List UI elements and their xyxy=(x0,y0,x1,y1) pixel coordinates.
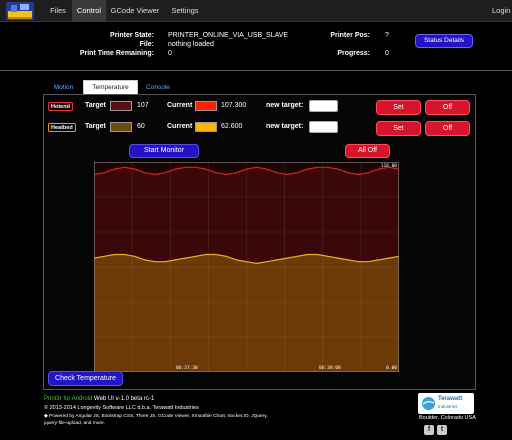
nav-tab-gcode-viewer[interactable]: GCode Viewer xyxy=(106,0,164,22)
print-time-label: Print Time Remaining: xyxy=(79,50,154,57)
heatbed-current-label: Current xyxy=(167,123,193,130)
print-time-value: 0 xyxy=(168,50,172,57)
heatbed-set-button[interactable]: Set xyxy=(376,121,421,136)
printer-state-label: Printer State: xyxy=(110,32,154,39)
heatbed-current-value: 62.600 xyxy=(221,123,243,130)
terawatt-sub: Industries xyxy=(438,404,458,409)
hotend-target-value: 107 xyxy=(137,102,149,109)
hotend-current-label: Current xyxy=(167,102,193,109)
y-tick-label: 118.00 xyxy=(381,163,398,169)
progress-label: Progress: xyxy=(337,50,370,57)
hotend-new-target-input[interactable] xyxy=(309,100,338,112)
divider xyxy=(0,70,512,71)
heatbed-target-label: Target xyxy=(85,123,106,130)
heatbed-target-value: 60 xyxy=(137,123,145,130)
y-tick-label: 0.00 xyxy=(386,365,397,371)
start-monitor-button[interactable]: Start Monitor xyxy=(129,144,199,158)
terawatt-logo[interactable]: Terawatt Industries xyxy=(418,393,474,414)
heatbed-off-button[interactable]: Off xyxy=(425,121,470,136)
check-temperature-button[interactable]: Check Temperature xyxy=(48,371,123,386)
printer-state-value: PRINTER_ONLINE_VIA_USB_SLAVE xyxy=(168,32,289,39)
footer-app-name[interactable]: Print3r for Android xyxy=(44,396,92,402)
printer-status: Printer State: PRINTER_ONLINE_VIA_USB_SL… xyxy=(0,30,512,64)
login-link[interactable]: Login xyxy=(492,0,512,22)
heatbed-new-target-input[interactable] xyxy=(309,121,338,133)
terawatt-name: Terawatt xyxy=(438,396,463,402)
progress-value: 0 xyxy=(385,50,389,57)
hotend-current-value: 107.300 xyxy=(221,102,247,109)
app-logo-icon[interactable] xyxy=(6,2,34,20)
heatbed-badge: Heatbed xyxy=(48,123,76,132)
x-tick-label: 06:37:30 xyxy=(176,365,198,371)
heatbed-current-swatch xyxy=(195,122,217,132)
footer-app-line: Print3r for Android Web UI v-1.0 beta rc… xyxy=(44,396,154,402)
tab-motion[interactable]: Motion xyxy=(47,80,80,95)
nav-tab-files[interactable]: Files xyxy=(44,0,72,22)
nav-tab-control[interactable]: Control xyxy=(72,0,106,22)
status-details-button[interactable]: Status Details xyxy=(415,34,473,48)
hotend-current-swatch xyxy=(195,101,217,111)
footer-copyright: © 2013-2014 Longevity Software LLC d.b.a… xyxy=(44,405,199,411)
terawatt-globe-icon xyxy=(422,397,435,410)
temperature-chart: 118.00 0.00 06:37:30 06:38:00 xyxy=(94,162,399,372)
file-label: File: xyxy=(139,41,154,48)
all-off-button[interactable]: All Off xyxy=(345,144,390,158)
x-tick-label: 06:38:00 xyxy=(319,365,341,371)
hotend-target-swatch xyxy=(110,101,132,111)
twitter-icon[interactable]: t xyxy=(437,425,447,435)
hotend-target-label: Target xyxy=(85,102,106,109)
nav-tab-settings[interactable]: Settings xyxy=(164,0,206,22)
top-navbar: Files Control GCode Viewer Settings Logi… xyxy=(0,0,512,22)
printer-pos-label: Printer Pos: xyxy=(330,32,370,39)
tab-console[interactable]: Console xyxy=(140,80,176,95)
printer-pos-value: ? xyxy=(385,32,389,39)
footer-powered-2: jquery-file-upload, and more. xyxy=(44,421,106,426)
footer-powered: ◆ Powered by Angular JS, Bootstrap CSS, … xyxy=(44,414,268,419)
hotend-new-target-label: new target: xyxy=(266,102,304,109)
tab-temperature[interactable]: Temperature xyxy=(83,80,138,95)
heatbed-target-swatch xyxy=(110,122,132,132)
hotend-off-button[interactable]: Off xyxy=(425,100,470,115)
heatbed-new-target-label: new target: xyxy=(266,123,304,130)
facebook-icon[interactable]: f xyxy=(424,425,434,435)
hotend-badge: Hotend xyxy=(48,102,73,111)
location-text: Boulder, Colorado USA xyxy=(419,415,476,421)
hotend-set-button[interactable]: Set xyxy=(376,100,421,115)
footer-version: Web UI v-1.0 beta rc-1 xyxy=(94,396,155,402)
file-value: nothing loaded xyxy=(168,41,214,48)
